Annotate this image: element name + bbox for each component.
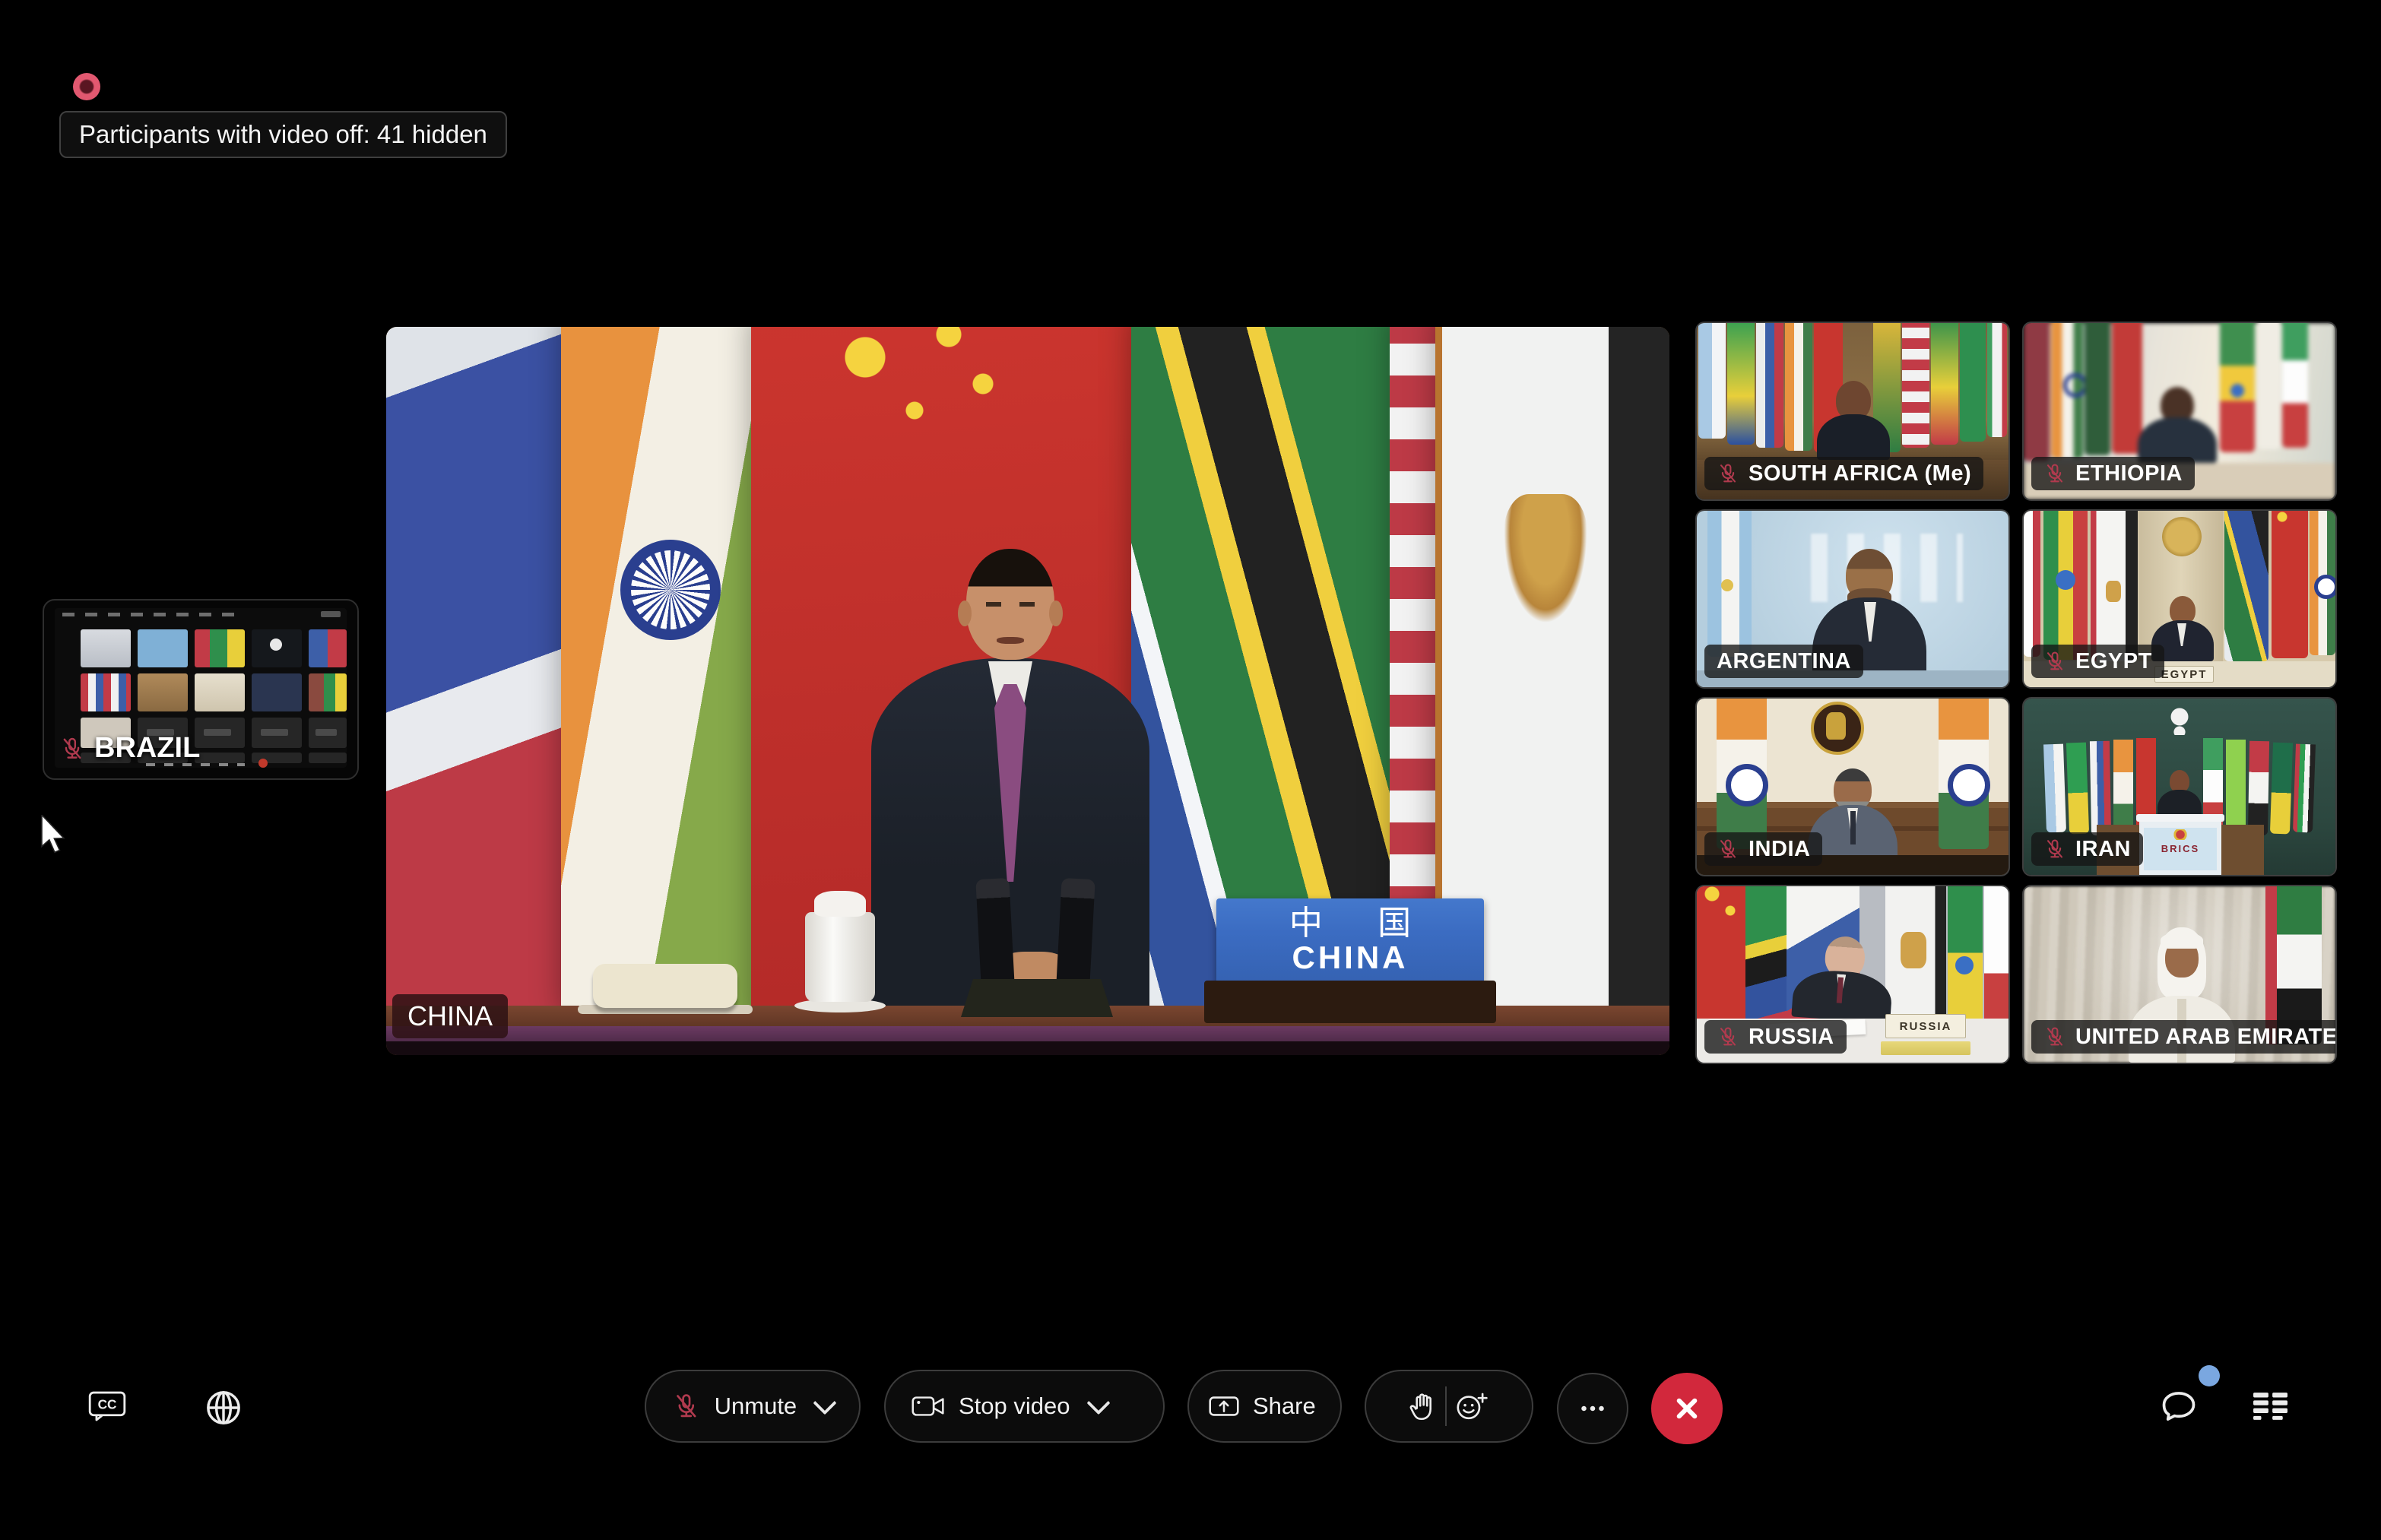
participant-tile-uae[interactable]: UNITED ARAB EMIRATES xyxy=(2022,885,2337,1064)
ashoka-chakra xyxy=(620,540,721,640)
video-camera-icon xyxy=(912,1393,945,1419)
video-off-banner-text: Participants with video off: 41 hidden xyxy=(79,120,487,149)
participant-label-china: CHINA xyxy=(392,994,508,1038)
participant-label: INDIA xyxy=(1704,832,1822,866)
muted-mic-icon xyxy=(2043,462,2066,485)
muted-mic-icon xyxy=(2043,838,2066,860)
more-options-button[interactable] xyxy=(1557,1373,1628,1444)
chat-bubble-icon[interactable] xyxy=(2159,1388,2199,1428)
recording-dot-icon xyxy=(73,73,100,100)
chevron-down-icon[interactable] xyxy=(1086,1391,1110,1415)
unmute-label: Unmute xyxy=(715,1393,797,1420)
leave-meeting-button[interactable] xyxy=(1651,1373,1723,1444)
participant-label: ETHIOPIA xyxy=(2031,457,2195,490)
participant-label: SOUTH AFRICA (Me) xyxy=(1704,457,1983,490)
raise-hand-icon[interactable] xyxy=(1409,1390,1438,1422)
share-label: Share xyxy=(1253,1393,1316,1420)
muted-mic-icon xyxy=(1717,838,1739,860)
interpretation-globe-icon[interactable] xyxy=(204,1388,243,1428)
china-nameplate: 中 国 CHINA xyxy=(1216,898,1484,984)
flag-india xyxy=(561,327,774,1019)
reactions-pill xyxy=(1365,1370,1533,1443)
flag-russia xyxy=(386,327,584,1019)
leave-meeting-x-icon xyxy=(1666,1387,1708,1430)
muted-mic-icon xyxy=(1717,462,1739,485)
mouse-cursor-arrow xyxy=(40,815,67,854)
closed-captions-icon[interactable] xyxy=(88,1389,126,1423)
russia-desk-card: RUSSIA xyxy=(1885,1014,1966,1038)
video-off-banner: Participants with video off: 41 hidden xyxy=(59,111,507,158)
floating-thumbnail-brazil[interactable]: BRAZIL xyxy=(43,599,359,780)
muted-mic-icon xyxy=(59,736,85,762)
participant-person xyxy=(1791,933,1895,1024)
divider xyxy=(1445,1386,1447,1426)
participant-label-brazil: BRAZIL xyxy=(59,732,200,765)
reactions-smiley-plus-icon[interactable] xyxy=(1454,1391,1489,1421)
muted-mic-icon xyxy=(672,1392,701,1421)
more-options-ellipsis-icon xyxy=(1575,1391,1610,1426)
participant-label: UNITED ARAB EMIRATES xyxy=(2031,1020,2337,1054)
participant-person xyxy=(2138,387,2217,463)
muted-mic-icon xyxy=(2043,1025,2066,1048)
main-stage-video-china[interactable]: 中 国 CHINA CHINA xyxy=(386,327,1669,1055)
participant-tile-russia[interactable]: RUSSIA RUSSIA xyxy=(1695,885,2010,1064)
participant-tile-iran[interactable]: BRICS IRAN xyxy=(2022,697,2337,876)
stop-video-button[interactable]: Stop video xyxy=(884,1370,1165,1443)
iran-podium-sign: BRICS xyxy=(2154,841,2206,855)
lidded-teacup xyxy=(801,891,880,1012)
participant-tile-south-africa[interactable]: SOUTH AFRICA (Me) xyxy=(1695,322,2010,501)
participant-tile-egypt[interactable]: EGYPT EGYPT xyxy=(2022,509,2337,689)
unmute-button[interactable]: Unmute xyxy=(645,1370,861,1443)
egypt-eagle-emblem xyxy=(1504,494,1587,623)
folded-towel xyxy=(593,964,737,1008)
participant-person xyxy=(2157,770,2202,820)
share-button[interactable]: Share xyxy=(1187,1370,1342,1443)
chevron-down-icon[interactable] xyxy=(813,1391,837,1415)
share-screen-icon xyxy=(1209,1394,1239,1418)
participant-label: ARGENTINA xyxy=(1704,645,1863,678)
chat-notification-dot xyxy=(2199,1365,2220,1386)
participants-panel-icon[interactable] xyxy=(2249,1389,2291,1424)
participant-label: RUSSIA xyxy=(1704,1020,1847,1054)
participant-label: EGYPT xyxy=(2031,645,2164,678)
participant-label: IRAN xyxy=(2031,832,2143,866)
participant-tile-argentina[interactable]: ARGENTINA xyxy=(1695,509,2010,689)
muted-mic-icon xyxy=(1717,1025,1739,1048)
muted-mic-icon xyxy=(2043,650,2066,673)
participant-tile-ethiopia[interactable]: ETHIOPIA xyxy=(2022,322,2337,501)
participant-person xyxy=(1817,381,1890,460)
participant-tile-india[interactable]: INDIA xyxy=(1695,697,2010,876)
stop-video-label: Stop video xyxy=(959,1393,1070,1420)
